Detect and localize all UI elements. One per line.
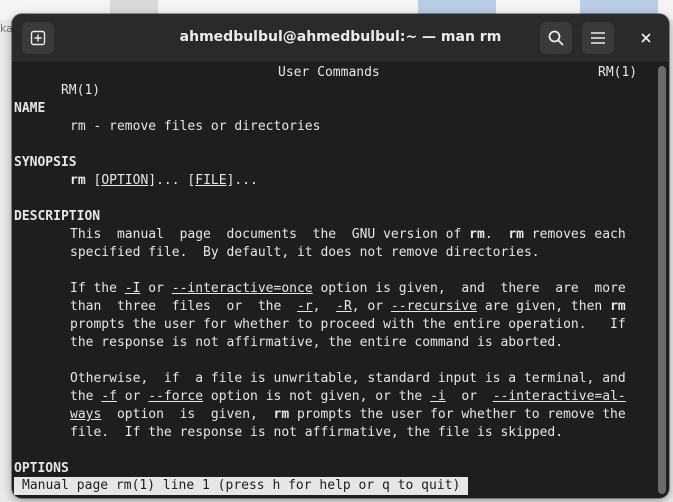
option-interactive-once: --interactive=once [171,281,313,296]
option-r: -r [296,299,313,314]
rm-bold: rm [273,407,290,422]
synopsis-option: OPTION [101,173,149,188]
scrollbar-thumb[interactable] [658,66,666,494]
option-interactive-always-cont: ways [70,407,102,422]
text-run: removes each [523,227,626,242]
text-run: prompts the user for whether to remove t… [289,407,626,422]
terminal-window[interactable]: ahmedbulbul@ahmedbulbul:~ — man rm RM(1) [12,14,669,498]
name-text: rm - remove files or directories [70,119,321,134]
description-line: prompts the user for whether to proceed … [70,317,626,332]
pager-status-bar: Manual page rm(1) line 1 (press h for he… [14,477,469,495]
text-run: option is not given, or the [203,389,431,404]
text-run: , [312,299,337,314]
description-line: than three files or the -r, -R, or --rec… [70,298,626,316]
description-line: the response is not affirmative, the ent… [70,335,564,350]
option-force: --force [148,389,204,404]
hamburger-menu-icon [591,32,605,44]
text-run: the [70,389,102,404]
section-description-heading: DESCRIPTION [14,209,101,224]
text-run: option is given, [101,407,274,422]
description-line: file. If the response is not affirmative… [70,425,564,440]
text-run: or [140,281,172,296]
synopsis-line: rm [OPTION]... [FILE]... [70,173,258,188]
background-text: ka [0,22,13,35]
synopsis-command: rm [70,173,86,188]
man-header-center: User Commands [278,65,380,80]
close-button[interactable] [630,22,662,54]
text-run: than three files or the [70,299,297,314]
man-header-left: RM(1) [60,83,101,98]
option-i: -i [430,389,446,404]
terminal-content[interactable]: RM(1) User Commands RM(1) NAME rm - remo… [12,63,657,498]
close-icon [641,33,651,43]
text-run: This manual page documents the GNU versi… [70,227,470,242]
option-recursive: --recursive [390,299,478,314]
description-line: the -f or --force option is not given, o… [70,388,626,406]
section-name-heading: NAME [14,101,46,116]
scrollbar[interactable] [658,66,666,494]
option-R: -R [336,299,352,314]
text-run: If the [70,281,125,296]
man-header-right: RM(1) [598,65,638,80]
search-icon [548,30,564,46]
text-run: , or [351,299,391,314]
text-run: or [445,389,493,404]
description-line: If the -I or --interactive=once option i… [70,280,626,298]
section-synopsis-heading: SYNOPSIS [14,155,77,170]
description-line: This manual page documents the GNU versi… [70,226,626,244]
text-run: or [116,389,149,404]
text-run: option is given, and there are more [312,281,626,296]
synopsis-file: FILE [195,173,227,188]
option-f: -f [101,389,117,404]
description-line: specified file. By default, it does not … [70,245,540,260]
rm-bold: rm [610,299,626,314]
description-line: Otherwise, if a file is unwritable, stan… [70,371,626,386]
rm-bold: rm [469,227,485,242]
section-options-heading: OPTIONS [14,461,69,476]
title-bar[interactable]: ahmedbulbul@ahmedbulbul:~ — man rm [12,14,669,63]
rm-bold: rm [508,227,524,242]
search-button[interactable] [540,22,572,54]
option-I: -I [124,281,141,296]
description-line: ways option is given, rm prompts the use… [70,406,626,424]
man-header: RM(1) [14,64,100,98]
menu-button[interactable] [582,22,614,54]
option-interactive-always: --interactive=al- [492,389,626,404]
text-run: are given, then [477,299,611,314]
text-run: . [484,227,509,242]
